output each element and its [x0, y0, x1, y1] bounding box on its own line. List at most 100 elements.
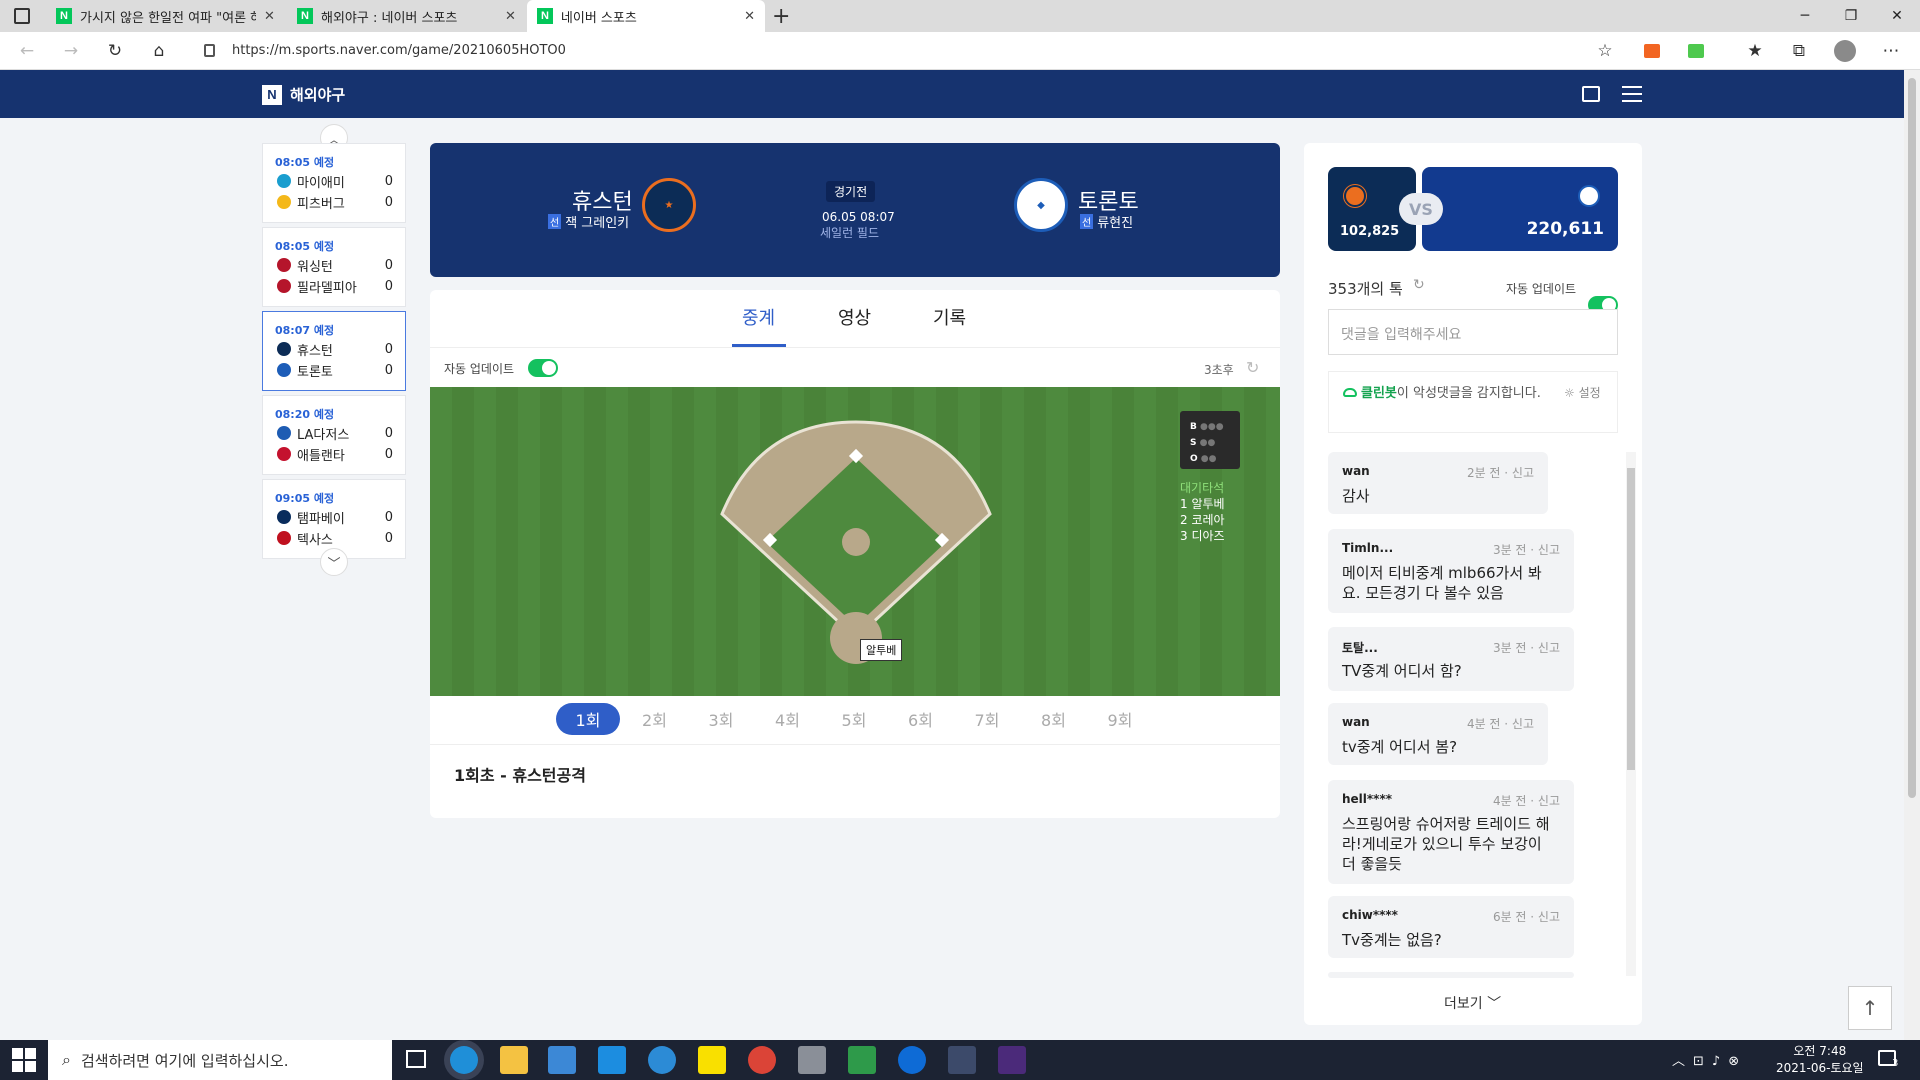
scroll-down-button[interactable]: ﹀ [320, 548, 348, 576]
bluejays-logo-icon[interactable]: ◆ [1014, 178, 1068, 232]
url-text[interactable]: https://m.sports.naver.com/game/20210605… [232, 43, 566, 58]
schedule-game-card[interactable]: 09:05 예정 탬파베이 0 텍사스 0 [262, 479, 406, 559]
explorer-taskbar-icon[interactable] [500, 1046, 528, 1074]
tray-icons[interactable]: ︿⊡♪⊗ [1672, 1050, 1747, 1069]
team-name: 토론토 [297, 364, 333, 380]
start-button[interactable] [12, 1048, 36, 1072]
cheer-away-button[interactable]: 220,611 [1422, 167, 1618, 251]
inning-tab[interactable]: 8회 [1022, 703, 1086, 735]
close-tab-icon[interactable]: ✕ [505, 9, 516, 24]
menu-icon[interactable] [1622, 86, 1642, 102]
comment-meta[interactable]: 6분 전 · 신고 [1493, 908, 1560, 925]
home-pitcher-name: 잭 그레인키 [565, 216, 630, 231]
inning-tab[interactable]: 5회 [822, 703, 886, 735]
extension-2-icon[interactable] [1688, 44, 1704, 58]
teamviewer-taskbar-icon[interactable] [898, 1046, 926, 1074]
schedule-game-card[interactable]: 08:05 예정 워싱턴 0 필라델피아 0 [262, 227, 406, 307]
browser-tab-1[interactable]: N 가시지 않은 한일전 여파 "여론 하 ✕ [46, 0, 286, 32]
team-name: LA다저스 [297, 427, 350, 443]
taskbar-search-box[interactable]: ⌕ 검색하려면 여기에 입력하십시오. [48, 1040, 392, 1080]
app-taskbar-icon-1[interactable] [798, 1046, 826, 1074]
cleanbot-settings[interactable]: ☼ 설정 [1564, 384, 1601, 401]
comment-item[interactable]: 토탈... 3분 전 · 신고 TV중계 어디서 함? [1328, 627, 1574, 691]
refresh-icon[interactable]: ↻ [104, 40, 126, 62]
comment-item[interactable]: hell**** 4분 전 · 신고 스프링어랑 슈어저랑 트레이드 해라!게네로가… [1328, 780, 1574, 884]
edge-taskbar-icon[interactable] [450, 1046, 478, 1074]
out-count: O ●● [1190, 454, 1217, 464]
site-logo[interactable]: N 해외야구 [262, 84, 345, 105]
app-taskbar-icon-4[interactable] [998, 1046, 1026, 1074]
inning-tab[interactable]: 1회 [556, 703, 620, 735]
browser-tab-3[interactable]: N 네이버 스포츠 ✕ [527, 0, 765, 32]
comment-meta[interactable]: 4분 전 · 신고 [1493, 792, 1560, 809]
page-scrollbar[interactable] [1904, 70, 1920, 1040]
scroll-top-button[interactable]: ↑ [1848, 986, 1892, 1030]
comment-meta[interactable]: 2분 전 · 신고 [1467, 464, 1534, 481]
extension-1-icon[interactable] [1644, 44, 1660, 58]
inning-tab[interactable]: 7회 [955, 703, 1019, 735]
schedule-game-card[interactable]: 08:07 예정 휴스턴 0 토론토 0 [262, 311, 406, 391]
more-menu-icon[interactable]: ⋯ [1880, 40, 1902, 62]
profile-avatar[interactable] [1834, 40, 1856, 62]
away-pitcher-name: 류현진 [1097, 216, 1134, 231]
ie-taskbar-icon[interactable] [648, 1046, 676, 1074]
inning-tab[interactable]: 3회 [689, 703, 753, 735]
new-tab-button[interactable]: + [772, 4, 790, 29]
infield-diagram [720, 420, 992, 664]
tab-record[interactable]: 기록 [933, 304, 966, 330]
comment-meta[interactable]: 3분 전 · 신고 [1493, 541, 1560, 558]
inning-tab[interactable]: 2회 [623, 703, 687, 735]
kakaotalk-taskbar-icon[interactable] [698, 1046, 726, 1074]
team-logo-icon [277, 258, 291, 272]
comment-item[interactable]: wan 4분 전 · 신고 tv중계 어디서 봄? [1328, 703, 1548, 765]
tab-title: 네이버 스포츠 [560, 10, 637, 26]
clock[interactable]: 오전 7:48 2021-06-토요일 [1776, 1043, 1864, 1077]
chrome-taskbar-icon[interactable] [748, 1046, 776, 1074]
restore-button[interactable]: ❐ [1828, 0, 1874, 32]
home-pitcher[interactable]: 선 잭 그레인키 [548, 212, 629, 231]
calendar-icon[interactable] [1582, 86, 1600, 102]
refresh-icon[interactable]: ↻ [1246, 358, 1259, 377]
favorites-icon[interactable]: ★ [1744, 40, 1766, 62]
home-icon[interactable]: ⌂ [148, 40, 170, 62]
back-icon[interactable]: ← [16, 40, 38, 62]
schedule-game-card[interactable]: 08:20 예정 LA다저스 0 애틀랜타 0 [262, 395, 406, 475]
comment-meta[interactable]: 3분 전 · 신고 [1493, 639, 1560, 656]
game-status-badge: 경기전 [826, 181, 876, 202]
cleanbot-notice: 클린봇이 악성댓글을 감지합니다. [1328, 371, 1618, 433]
schedule-game-card[interactable]: 08:05 예정 마이애미 0 피츠버그 0 [262, 143, 406, 223]
comment-scrollbar[interactable] [1626, 452, 1636, 976]
comment-more-button[interactable]: 더보기 ﹀ [1444, 993, 1501, 1013]
favorite-star-icon[interactable]: ☆ [1594, 40, 1616, 62]
app-taskbar-icon-3[interactable] [948, 1046, 976, 1074]
browser-tab-2[interactable]: N 해외야구 : 네이버 스포츠 ✕ [287, 0, 527, 32]
comment-meta[interactable]: 4분 전 · 신고 [1467, 715, 1534, 732]
tab-relay[interactable]: 중계 [742, 304, 775, 330]
schedule-team-row: 워싱턴 0 [277, 256, 393, 275]
app-taskbar-icon-2[interactable] [848, 1046, 876, 1074]
comment-item[interactable]: wan 2분 전 · 신고 감사 [1328, 452, 1548, 514]
cheer-home-count: 102,825 [1340, 224, 1400, 239]
comment-item[interactable]: Timln... 3분 전 · 신고 메이저 티비중계 mlb66가서 봐요. 모든… [1328, 529, 1574, 613]
inning-tab[interactable]: 4회 [756, 703, 820, 735]
comment-input[interactable]: 댓글을 입력해주세요 [1328, 309, 1618, 355]
close-tab-icon[interactable]: ✕ [744, 9, 755, 24]
close-tab-icon[interactable]: ✕ [264, 9, 275, 24]
astros-logo-icon[interactable]: ★ [642, 178, 696, 232]
comment-item[interactable]: chiw**** 6분 전 · 신고 Tv중계는 없음? [1328, 896, 1574, 958]
close-window-button[interactable]: ✕ [1874, 0, 1920, 32]
tab-actions-icon[interactable] [14, 8, 30, 24]
talk-refresh-icon[interactable]: ↻ [1413, 277, 1425, 293]
relay-auto-update-toggle[interactable] [528, 359, 558, 377]
mail-taskbar-icon[interactable] [598, 1046, 626, 1074]
away-pitcher[interactable]: 선 류현진 [1080, 212, 1133, 231]
task-view-icon[interactable] [406, 1050, 426, 1068]
collections-icon[interactable]: ⧉ [1788, 40, 1810, 62]
minimize-button[interactable]: ─ [1782, 0, 1828, 32]
team-score: 0 [384, 362, 393, 378]
inning-tab[interactable]: 6회 [889, 703, 953, 735]
forward-icon[interactable]: → [60, 40, 82, 62]
inning-tab[interactable]: 9회 [1088, 703, 1152, 735]
tab-video[interactable]: 영상 [838, 304, 871, 330]
store-taskbar-icon[interactable] [548, 1046, 576, 1074]
